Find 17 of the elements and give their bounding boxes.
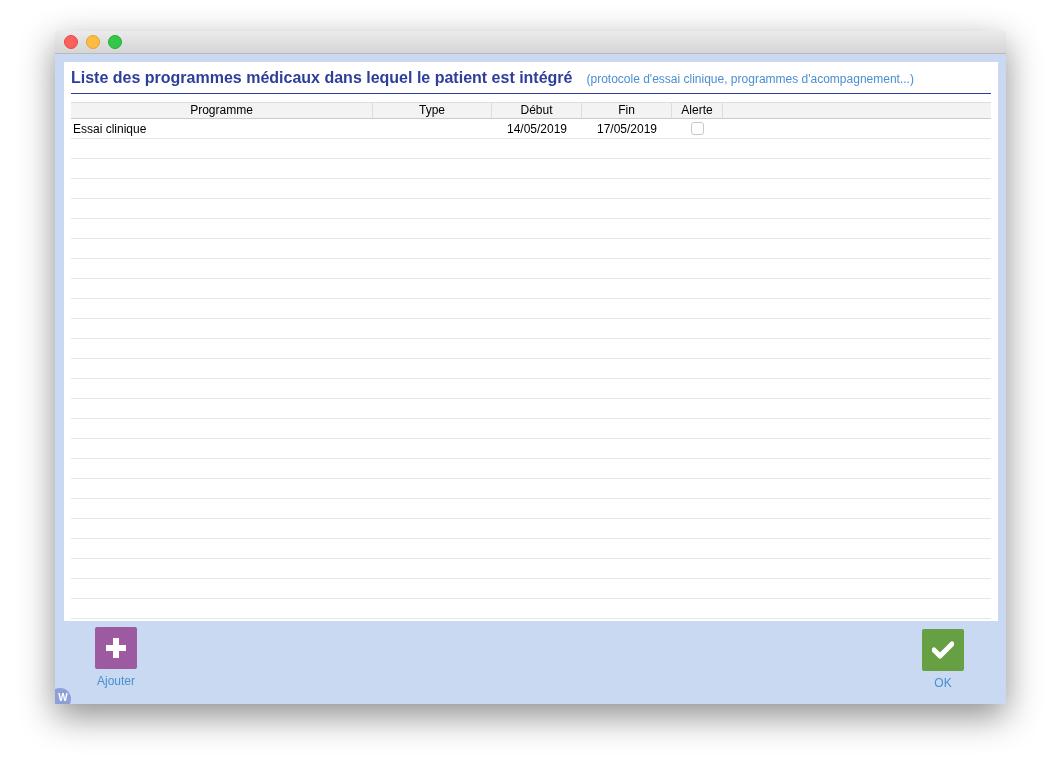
table-cell-text: 17/05/2019 <box>595 121 659 136</box>
alert-checkbox[interactable] <box>691 122 704 135</box>
panel-subtitle: (protocole d'essai clinique, programmes d'acompagnement...) <box>586 72 914 86</box>
plus-icon <box>106 638 126 658</box>
app-badge: W <box>55 688 71 704</box>
column-header[interactable]: Programme <box>71 103 373 118</box>
column-header[interactable]: Fin <box>582 103 672 118</box>
column-header[interactable]: Début <box>492 103 582 118</box>
column-header[interactable]: Type <box>373 103 492 118</box>
window-zoom-button[interactable] <box>108 35 122 49</box>
column-header[interactable]: Alerte <box>672 103 723 118</box>
window-minimize-button[interactable] <box>86 35 100 49</box>
table-cell-text: Essai clinique <box>72 121 148 136</box>
table-cell-text: 14/05/2019 <box>505 121 569 136</box>
checkmark-icon <box>932 641 954 659</box>
window-close-button[interactable] <box>64 35 78 49</box>
panel-title: Liste des programmes médicaux dans lequel le patient est intégré <box>71 69 573 87</box>
